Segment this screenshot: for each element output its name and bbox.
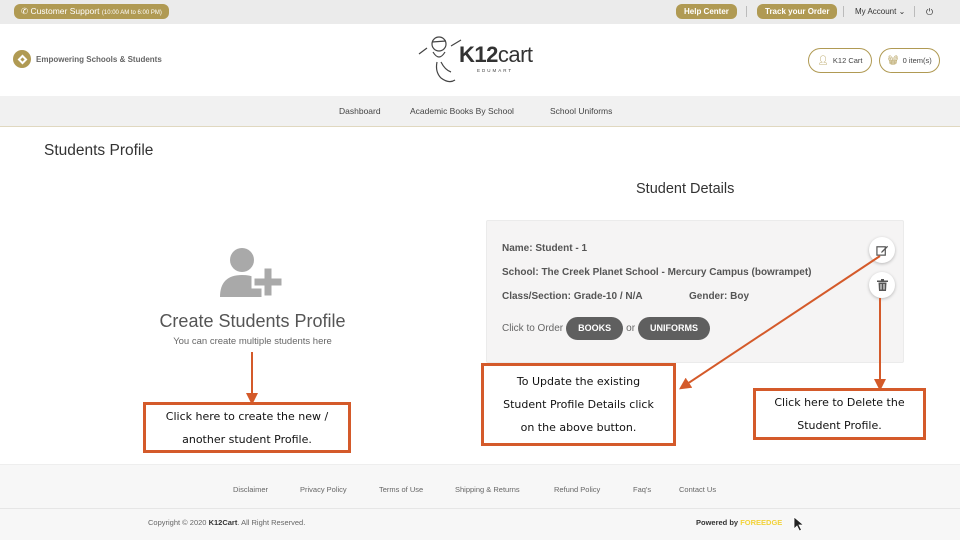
create-profile-annotation: Click here to create the new / another s… xyxy=(143,402,351,453)
powered-brand: FOREEDGE xyxy=(740,518,783,527)
create-profile-title: Create Students Profile xyxy=(159,311,346,331)
annotation-line: Student Profile. xyxy=(797,419,882,432)
tagline-text: Empowering Schools & Students xyxy=(36,54,162,64)
footer-link-terms-of-use[interactable]: Terms of Use xyxy=(379,485,423,494)
footer-link-disclaimer[interactable]: Disclaimer xyxy=(233,485,268,494)
student-name: Name: Student - 1 xyxy=(502,243,588,254)
order-uniforms-button[interactable]: UNIFORMS xyxy=(638,317,711,340)
phone-icon: ✆ xyxy=(21,6,29,16)
delete-profile-annotation: Click here to Delete the Student Profile… xyxy=(753,388,926,440)
site-footer: Disclaimer Privacy Policy Terms of Use S… xyxy=(0,464,960,540)
power-icon[interactable]: ⏻ xyxy=(926,5,933,19)
footer-link-faqs[interactable]: Faq's xyxy=(633,485,651,494)
user-icon: 👤︎ xyxy=(817,55,829,65)
powered-prefix: Powered by xyxy=(696,518,739,527)
order-books-button[interactable]: BOOKS xyxy=(566,317,624,340)
help-center-button[interactable]: Help Center xyxy=(676,4,737,19)
customer-support-label: Customer Support xyxy=(30,6,100,16)
footer-link-contact-us[interactable]: Contact Us xyxy=(679,485,716,494)
edit-student-button[interactable] xyxy=(869,237,895,263)
order-prefix: Click to Order xyxy=(502,323,564,334)
basket-icon: 🧺︎ xyxy=(887,55,899,65)
support-hours: (10:00 AM to 6:00 PM) xyxy=(101,10,162,16)
my-account-menu[interactable]: My Account ⌄ xyxy=(855,5,905,19)
customer-support-button[interactable]: ✆ Customer Support (10:00 AM to 6:00 PM) xyxy=(14,4,169,19)
logo-subtitle: EDUMART xyxy=(477,68,514,73)
nav-item-school-uniforms[interactable]: School Uniforms xyxy=(550,96,612,127)
main-nav: Dashboard Academic Books By School Schoo… xyxy=(0,96,960,127)
nav-item-academic-books[interactable]: Academic Books By School xyxy=(410,96,514,127)
annotation-line: on the above button. xyxy=(520,421,637,434)
logo-wordmark: K12cart xyxy=(459,42,533,68)
site-header: Empowering Schools & Students K12cart ED… xyxy=(0,24,960,96)
student-card: Name: Student - 1 School: The Creek Plan… xyxy=(486,220,904,363)
logo-bold: K12 xyxy=(459,42,498,67)
nav-item-dashboard[interactable]: Dashboard xyxy=(339,96,381,127)
add-user-icon xyxy=(219,248,284,299)
or-text: or xyxy=(626,323,636,334)
student-details-title: Student Details xyxy=(636,181,735,197)
powered-by[interactable]: Powered by FOREEDGE xyxy=(696,518,782,527)
divider xyxy=(746,6,747,17)
create-profile-card[interactable]: Create Students Profile You can create m… xyxy=(130,245,375,347)
footer-link-shipping-returns[interactable]: Shipping & Returns xyxy=(455,485,520,494)
copyright: Copyright © 2020 K12Cart. All Right Rese… xyxy=(148,518,305,527)
footer-divider xyxy=(0,508,960,509)
k12cart-logo[interactable]: K12cart EDUMART xyxy=(415,32,535,88)
annotation-line: Click here to Delete the xyxy=(774,396,905,409)
my-account-label: My Account xyxy=(855,7,897,16)
mascot-icon xyxy=(418,36,462,83)
edit-icon xyxy=(875,245,888,256)
copyright-brand: K12Cart xyxy=(208,518,238,527)
divider xyxy=(914,6,915,17)
student-gender: Gender: Boy xyxy=(689,291,750,302)
footer-link-refund-policy[interactable]: Refund Policy xyxy=(554,485,600,494)
order-row: Click to Order BOOKS or UNIFORMS xyxy=(502,317,711,340)
tagline: Empowering Schools & Students xyxy=(13,50,162,68)
student-school: School: The Creek Planet School - Mercur… xyxy=(502,267,812,278)
account-button-label: K12 Cart xyxy=(832,56,863,65)
account-button[interactable]: 👤︎ K12 Cart xyxy=(808,48,872,73)
trash-icon xyxy=(876,279,888,291)
page-title: Students Profile xyxy=(44,142,154,159)
chevron-down-icon: ⌄ xyxy=(898,7,906,16)
annotation-line: Student Profile Details click xyxy=(503,398,654,411)
student-class-section: Class/Section: Grade-10 / N/A xyxy=(502,291,643,302)
update-profile-annotation: To Update the existing Student Profile D… xyxy=(481,363,676,446)
top-bar: ✆ Customer Support (10:00 AM to 6:00 PM)… xyxy=(0,0,960,24)
cart-button-label: 0 item(s) xyxy=(902,56,932,65)
annotation-line: another student Profile. xyxy=(182,432,312,446)
footer-link-privacy-policy[interactable]: Privacy Policy xyxy=(300,485,347,494)
cart-button[interactable]: 🧺︎ 0 item(s) xyxy=(879,48,940,73)
annotation-line: Click here to create the new / xyxy=(165,409,329,423)
track-order-button[interactable]: Track your Order xyxy=(757,4,838,19)
copyright-suffix: . All Right Reserved. xyxy=(237,518,306,527)
logo-light: cart xyxy=(497,42,533,67)
mouse-cursor-icon xyxy=(793,516,805,532)
diamond-badge-icon xyxy=(13,50,31,68)
divider xyxy=(843,6,844,17)
delete-student-button[interactable] xyxy=(869,272,895,298)
annotation-line: To Update the existing xyxy=(516,375,641,388)
copyright-prefix: Copyright © 2020 xyxy=(148,518,207,527)
create-profile-subtitle: You can create multiple students here xyxy=(173,336,332,347)
